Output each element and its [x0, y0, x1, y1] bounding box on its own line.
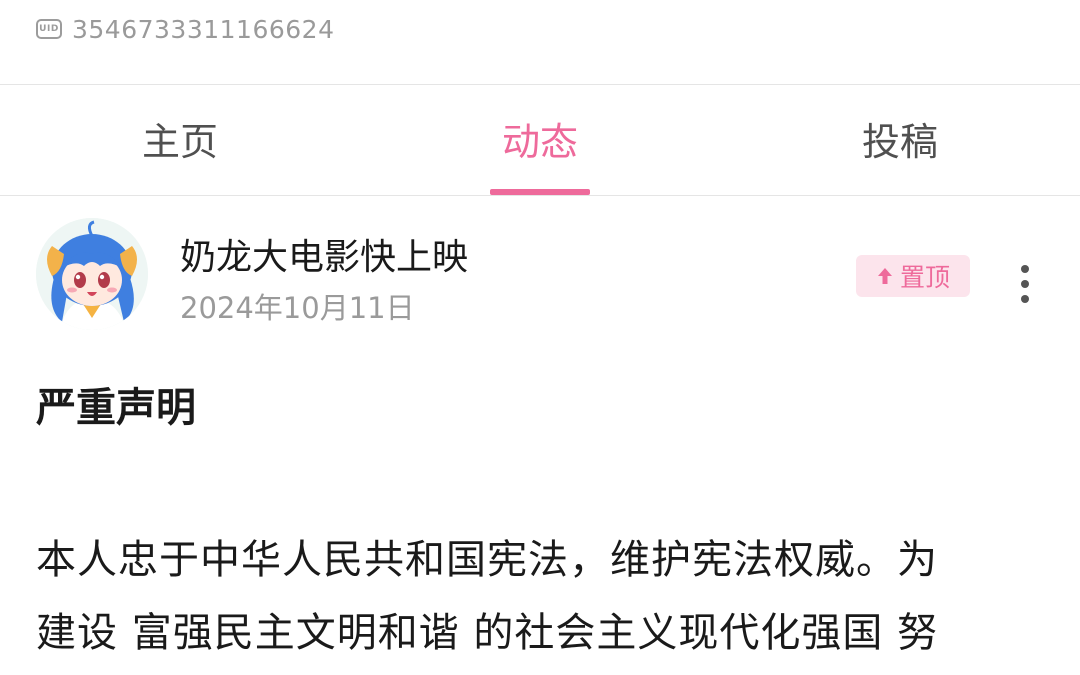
arrow-up-icon — [877, 268, 892, 284]
more-vertical-icon — [1021, 265, 1029, 273]
pinned-badge: 置顶 — [856, 255, 970, 297]
tab-label: 动态 — [501, 119, 578, 164]
post-title: 严重声明 — [36, 385, 196, 431]
more-vertical-icon — [1021, 295, 1029, 303]
uid-row: UID 3546733311166624 — [36, 10, 335, 48]
tab-label: 主页 — [141, 119, 218, 164]
profile-page: UID 3546733311166624 主页 动态 投稿 奶龙大电影快上映 2… — [0, 0, 1080, 675]
author-avatar[interactable] — [36, 218, 148, 330]
uid-value: 3546733311166624 — [72, 14, 335, 44]
author-name[interactable]: 奶龙大电影快上映 — [180, 228, 468, 280]
tab-submissions[interactable]: 投稿 — [720, 85, 1080, 195]
uid-icon: UID — [36, 19, 62, 39]
tab-bar: 主页 动态 投稿 — [0, 85, 1080, 195]
more-options-button[interactable] — [1008, 262, 1042, 306]
avatar-image — [36, 218, 148, 330]
more-vertical-icon — [1021, 280, 1029, 288]
tab-home[interactable]: 主页 — [0, 85, 360, 195]
post-body-line: 建设 富强民主文明和谐 的社会主义现代化强国 努 — [36, 610, 939, 656]
tab-dynamics[interactable]: 动态 — [360, 85, 720, 195]
divider — [0, 195, 1080, 196]
tab-label: 投稿 — [861, 119, 938, 164]
pinned-label: 置顶 — [899, 263, 950, 292]
post-body-line: 本人忠于中华人民共和国宪法，维护宪法权威。为 — [36, 537, 938, 583]
post-date: 2024年10月11日 — [180, 291, 415, 325]
